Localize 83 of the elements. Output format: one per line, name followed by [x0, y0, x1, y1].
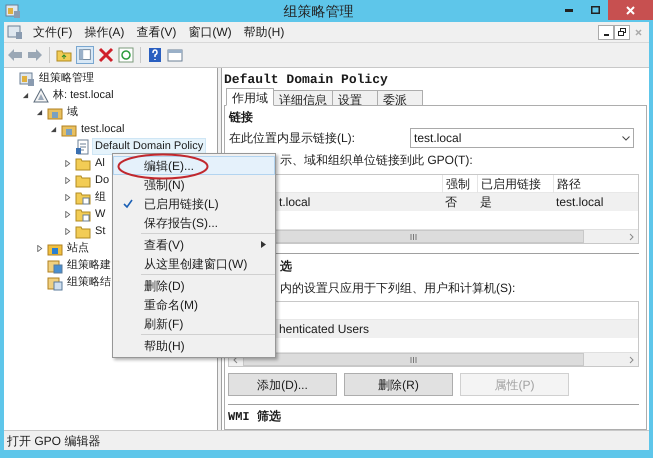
- menu-item[interactable]: 已启用链接(L): [113, 194, 275, 213]
- tree-item[interactable]: Al: [92, 155, 108, 172]
- menu-item[interactable]: 查看(V): [113, 235, 275, 254]
- grip-icon: [410, 234, 417, 240]
- tree-item[interactable]: 组策略建: [64, 257, 114, 274]
- refresh-icon[interactable]: [118, 47, 134, 63]
- tree-item[interactable]: Do: [92, 172, 112, 189]
- tab[interactable]: 作用域: [226, 88, 274, 106]
- console-icon: [19, 70, 35, 86]
- app-icon: [5, 3, 21, 19]
- tab[interactable]: 设置: [332, 90, 378, 106]
- show-tree-icon[interactable]: [76, 46, 94, 64]
- tree-item[interactable]: 站点: [64, 240, 92, 257]
- menu-bar-item[interactable]: 帮助(H): [238, 23, 290, 41]
- folder-icon: [75, 206, 91, 222]
- table-cell-text: t.local: [278, 194, 312, 211]
- policy-title: Default Domain Policy: [224, 72, 389, 87]
- grip-icon: [410, 356, 417, 362]
- status-text: 打开 GPO 编辑器: [6, 432, 100, 450]
- tree-item[interactable]: 组: [92, 189, 109, 206]
- table-cell-text: 否: [444, 194, 458, 211]
- collapsed-arrow-icon[interactable]: [36, 245, 43, 252]
- menu-item[interactable]: 帮助(H): [113, 336, 275, 355]
- collapsed-arrow-icon[interactable]: [64, 194, 71, 201]
- menu-item[interactable]: 删除(D): [113, 276, 275, 295]
- location-dropdown[interactable]: test.local: [410, 128, 634, 148]
- collapsed-arrow-icon[interactable]: [64, 160, 71, 167]
- menu-bar-item[interactable]: 文件(F): [27, 23, 78, 41]
- filter-description: 内的设置只应用于下列组、用户和计算机(S):: [280, 280, 516, 297]
- tree-item[interactable]: test.local: [78, 121, 128, 138]
- action-button[interactable]: 删除(R): [344, 373, 453, 396]
- tree-item[interactable]: 组策略管理: [36, 70, 97, 87]
- delete-icon[interactable]: [98, 47, 114, 63]
- folder-icon: [75, 156, 91, 172]
- report-icon: [47, 258, 63, 274]
- chevron-down-icon: [622, 136, 630, 140]
- tree-item[interactable]: 林: test.local: [50, 87, 117, 104]
- tree-item[interactable]: 组策略结: [64, 274, 114, 291]
- expanded-arrow-icon[interactable]: [50, 126, 57, 133]
- triangle-icon: [33, 88, 49, 104]
- help-icon[interactable]: [147, 47, 163, 63]
- collapsed-arrow-icon[interactable]: [64, 177, 71, 184]
- close-button[interactable]: [608, 0, 653, 20]
- window-pane-icon[interactable]: [167, 47, 183, 63]
- tree-item[interactable]: W: [92, 206, 108, 223]
- menu-item[interactable]: 强制(N): [113, 175, 275, 194]
- menu-bar-item[interactable]: 查看(V): [130, 23, 182, 41]
- menu-item[interactable]: 从这里创建窗口(W): [113, 254, 275, 273]
- document-icon: [75, 138, 91, 154]
- expanded-arrow-icon[interactable]: [22, 92, 29, 99]
- table-cell-text: test.local: [555, 194, 604, 211]
- child-minimize-button[interactable]: [598, 24, 614, 40]
- window-title: 组策略管理: [282, 2, 354, 20]
- tree-item[interactable]: Default Domain Policy: [92, 138, 206, 155]
- close-icon: [634, 28, 642, 36]
- report-icon: [47, 274, 63, 290]
- restore-icon: [618, 28, 626, 36]
- minimize-icon: [604, 34, 608, 36]
- menu-bar-item[interactable]: 操作(A): [78, 23, 130, 41]
- menu-item[interactable]: 保存报告(S)...: [113, 213, 275, 232]
- tree-item[interactable]: 域: [64, 104, 81, 121]
- expanded-arrow-icon[interactable]: [36, 109, 43, 116]
- folder-icon: [75, 172, 91, 188]
- collapsed-arrow-icon[interactable]: [64, 228, 71, 235]
- minimize-icon: [565, 8, 573, 12]
- folder-icon: [75, 190, 91, 206]
- folder-icon: [75, 224, 91, 240]
- links-description: 示、域和组织单位链接到此 GPO(T):: [280, 152, 474, 169]
- menu-item[interactable]: 重命名(M): [113, 295, 275, 314]
- field-label: 在此位置内显示链接(L):: [229, 130, 356, 147]
- collapsed-arrow-icon[interactable]: [64, 211, 71, 218]
- action-button[interactable]: 添加(D)...: [228, 373, 337, 396]
- horizontal-scrollbar[interactable]: [229, 352, 638, 366]
- tree-item[interactable]: St: [92, 223, 108, 240]
- child-restore-button[interactable]: [614, 24, 630, 40]
- close-icon: [626, 6, 635, 14]
- console-icon[interactable]: [7, 24, 23, 40]
- menu-bar-item[interactable]: 窗口(W): [182, 23, 238, 41]
- section-heading: 链接: [228, 109, 254, 126]
- section-heading: 选: [280, 258, 293, 275]
- table-cell-text: 是: [479, 194, 493, 211]
- section-heading: WMI 筛选: [228, 408, 282, 426]
- maximize-icon: [590, 6, 600, 14]
